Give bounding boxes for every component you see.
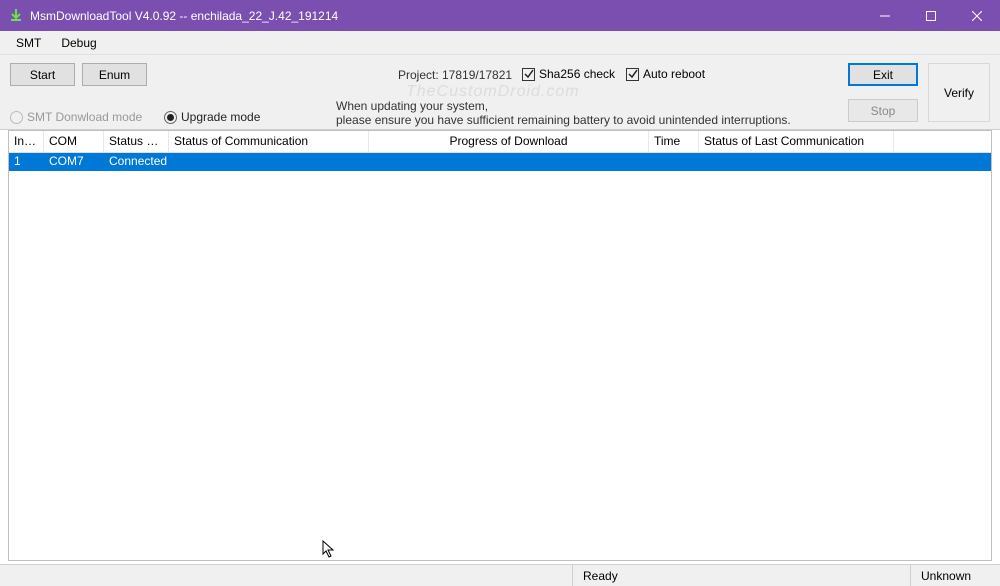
close-button[interactable] bbox=[954, 0, 1000, 31]
cell-com: COM7 bbox=[44, 153, 104, 171]
col-status-comm[interactable]: Status of Communication bbox=[169, 131, 369, 152]
sha256-label: Sha256 check bbox=[539, 67, 615, 81]
table-row[interactable]: 1 COM7 Connected bbox=[9, 153, 991, 171]
verify-button[interactable]: Verify bbox=[928, 63, 990, 122]
col-status-of[interactable]: Status of… bbox=[104, 131, 169, 152]
minimize-button[interactable] bbox=[862, 0, 908, 31]
maximize-button[interactable] bbox=[908, 0, 954, 31]
device-table: Index COM Status of… Status of Communica… bbox=[8, 130, 992, 561]
cell-status-last bbox=[699, 153, 894, 171]
statusbar: Ready Unknown bbox=[0, 564, 1000, 586]
info-line2: please ensure you have sufficient remain… bbox=[336, 113, 791, 127]
enum-button[interactable]: Enum bbox=[82, 63, 147, 86]
project-value: 17819/17821 bbox=[442, 68, 512, 82]
table-body[interactable]: 1 COM7 Connected bbox=[9, 153, 991, 560]
cell-time bbox=[649, 153, 699, 171]
cell-status-comm bbox=[169, 153, 369, 171]
project-label: Project: bbox=[398, 68, 439, 82]
app-icon bbox=[8, 8, 24, 24]
smt-download-mode-label: SMT Donwload mode bbox=[27, 110, 142, 124]
col-index[interactable]: Index bbox=[9, 131, 44, 152]
stop-button: Stop bbox=[848, 99, 918, 122]
autoreboot-label: Auto reboot bbox=[643, 67, 705, 81]
col-com[interactable]: COM bbox=[44, 131, 104, 152]
exit-button[interactable]: Exit bbox=[848, 63, 918, 86]
col-status-last[interactable]: Status of Last Communication bbox=[699, 131, 894, 152]
status-ready: Ready bbox=[572, 565, 910, 586]
cell-status-of: Connected bbox=[104, 153, 169, 171]
titlebar: MsmDownloadTool V4.0.92 -- enchilada_22_… bbox=[0, 0, 1000, 31]
window-buttons bbox=[862, 0, 1000, 31]
sha256-checkbox[interactable]: Sha256 check bbox=[522, 67, 615, 81]
autoreboot-checkbox[interactable]: Auto reboot bbox=[626, 67, 705, 81]
toolbar: Start Enum Project: 17819/17821 Sha256 c… bbox=[0, 55, 1000, 130]
cell-progress bbox=[369, 153, 649, 171]
table-header: Index COM Status of… Status of Communica… bbox=[9, 131, 991, 153]
menubar: SMT Debug bbox=[0, 31, 1000, 55]
cursor-icon bbox=[322, 540, 338, 560]
menu-debug[interactable]: Debug bbox=[51, 33, 106, 53]
status-unknown: Unknown bbox=[910, 565, 1000, 586]
info-line1: When updating your system, bbox=[336, 99, 488, 113]
start-button[interactable]: Start bbox=[10, 63, 75, 86]
upgrade-mode-label: Upgrade mode bbox=[181, 110, 260, 124]
window-title: MsmDownloadTool V4.0.92 -- enchilada_22_… bbox=[30, 9, 862, 23]
smt-download-mode-radio: SMT Donwload mode bbox=[10, 110, 142, 124]
col-progress[interactable]: Progress of Download bbox=[369, 131, 649, 152]
cell-index: 1 bbox=[9, 153, 44, 171]
col-time[interactable]: Time bbox=[649, 131, 699, 152]
menu-smt[interactable]: SMT bbox=[6, 33, 51, 53]
upgrade-mode-radio[interactable]: Upgrade mode bbox=[164, 110, 260, 124]
